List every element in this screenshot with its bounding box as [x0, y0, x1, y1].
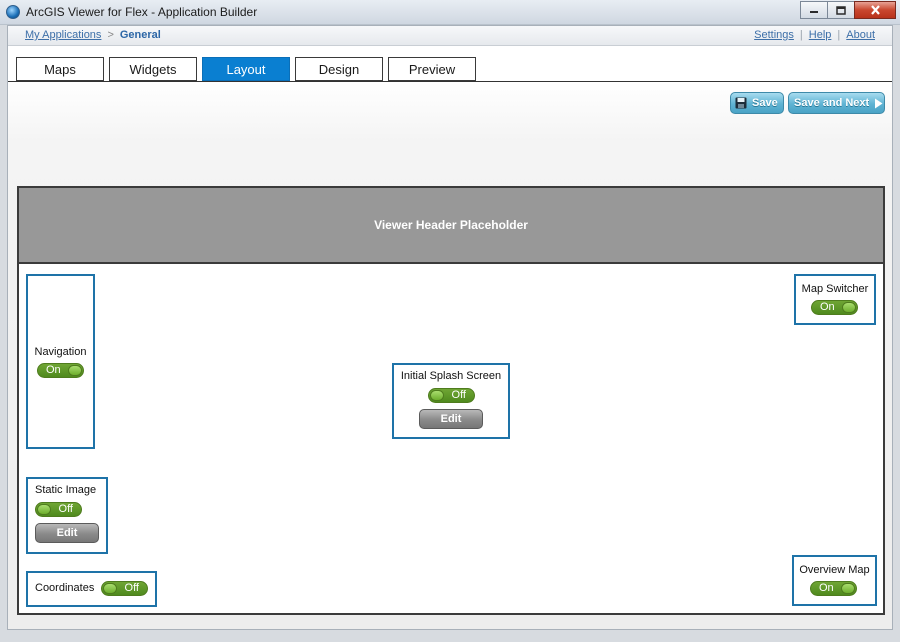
link-divider: |	[837, 29, 841, 41]
save-button-label: Save	[752, 97, 778, 109]
toggle-knob	[430, 390, 444, 401]
toggle-knob	[841, 583, 855, 594]
splash-screen-label: Initial Splash Screen	[400, 370, 502, 382]
close-button[interactable]	[854, 1, 896, 19]
splash-screen-toggle[interactable]: Off	[428, 388, 475, 403]
breadcrumb-separator: >	[107, 29, 114, 41]
navigation-toggle-text: On	[46, 364, 61, 376]
toggle-knob	[68, 365, 82, 376]
main-tabs: Maps Widgets Layout Design Preview	[16, 57, 481, 81]
static-image-toggle[interactable]: Off	[35, 502, 82, 517]
toggle-knob	[37, 504, 51, 515]
coordinates-toggle[interactable]: Off	[101, 581, 148, 596]
arrow-right-icon	[875, 98, 883, 108]
layout-canvas: Viewer Header Placeholder Navigation On …	[17, 186, 885, 615]
map-switcher-toggle[interactable]: On	[811, 300, 858, 315]
floppy-disk-icon	[735, 97, 747, 109]
coordinates-toggle-text: Off	[124, 582, 139, 594]
navigation-toggle[interactable]: On	[37, 363, 84, 378]
navigation-label: Navigation	[34, 346, 87, 358]
static-image-edit-button[interactable]: Edit	[35, 523, 99, 543]
layout-content: Save Save and Next Viewer Header Placeho…	[8, 82, 892, 629]
save-button[interactable]: Save	[730, 92, 784, 114]
static-image-label: Static Image	[35, 484, 97, 496]
save-and-next-label: Save and Next	[794, 97, 870, 109]
top-links: Settings | Help | About	[754, 29, 875, 41]
splash-screen-edit-button[interactable]: Edit	[419, 409, 483, 429]
breadcrumb-my-applications-link[interactable]: My Applications	[25, 29, 101, 41]
save-and-next-button[interactable]: Save and Next	[788, 92, 885, 114]
close-icon	[870, 5, 880, 15]
minimize-button[interactable]	[800, 1, 828, 19]
toggle-knob	[842, 302, 856, 313]
splash-screen-slot: Initial Splash Screen Off Edit	[392, 363, 510, 439]
tab-design[interactable]: Design	[295, 57, 383, 81]
overview-map-slot: Overview Map On	[792, 555, 877, 606]
settings-link[interactable]: Settings	[754, 29, 794, 41]
static-image-slot: Static Image Off Edit	[26, 477, 108, 554]
globe-app-icon	[6, 5, 20, 19]
tab-preview[interactable]: Preview	[388, 57, 476, 81]
static-image-toggle-text: Off	[58, 503, 73, 515]
maximize-icon	[836, 5, 846, 15]
navigation-slot: Navigation On	[26, 274, 95, 449]
window-controls	[800, 1, 896, 19]
breadcrumb: My Applications > General	[25, 29, 161, 41]
about-link[interactable]: About	[846, 29, 875, 41]
map-switcher-slot: Map Switcher On	[794, 274, 876, 325]
help-link[interactable]: Help	[809, 29, 832, 41]
top-nav-bar: My Applications > General Settings | Help | Ab…	[8, 26, 892, 46]
splash-screen-toggle-text: Off	[451, 389, 466, 401]
minimize-icon	[810, 11, 818, 13]
link-divider: |	[799, 29, 803, 41]
map-switcher-toggle-text: On	[820, 301, 835, 313]
viewer-header-placeholder: Viewer Header Placeholder	[19, 188, 883, 264]
coordinates-slot: Coordinates Off	[26, 571, 157, 607]
window-title-bar: ArcGIS Viewer for Flex - Application Bui…	[0, 0, 900, 25]
overview-map-toggle-text: On	[819, 582, 834, 594]
app-frame: My Applications > General Settings | Help | Ab…	[7, 25, 893, 630]
toggle-knob	[103, 583, 117, 594]
overview-map-label: Overview Map	[799, 564, 870, 576]
tab-layout[interactable]: Layout	[202, 57, 290, 81]
breadcrumb-current: General	[119, 29, 161, 41]
map-switcher-label: Map Switcher	[801, 283, 869, 295]
tab-widgets[interactable]: Widgets	[109, 57, 197, 81]
maximize-button[interactable]	[827, 1, 855, 19]
window-title: ArcGIS Viewer for Flex - Application Bui…	[26, 5, 258, 19]
overview-map-toggle[interactable]: On	[810, 581, 857, 596]
tab-maps[interactable]: Maps	[16, 57, 104, 81]
